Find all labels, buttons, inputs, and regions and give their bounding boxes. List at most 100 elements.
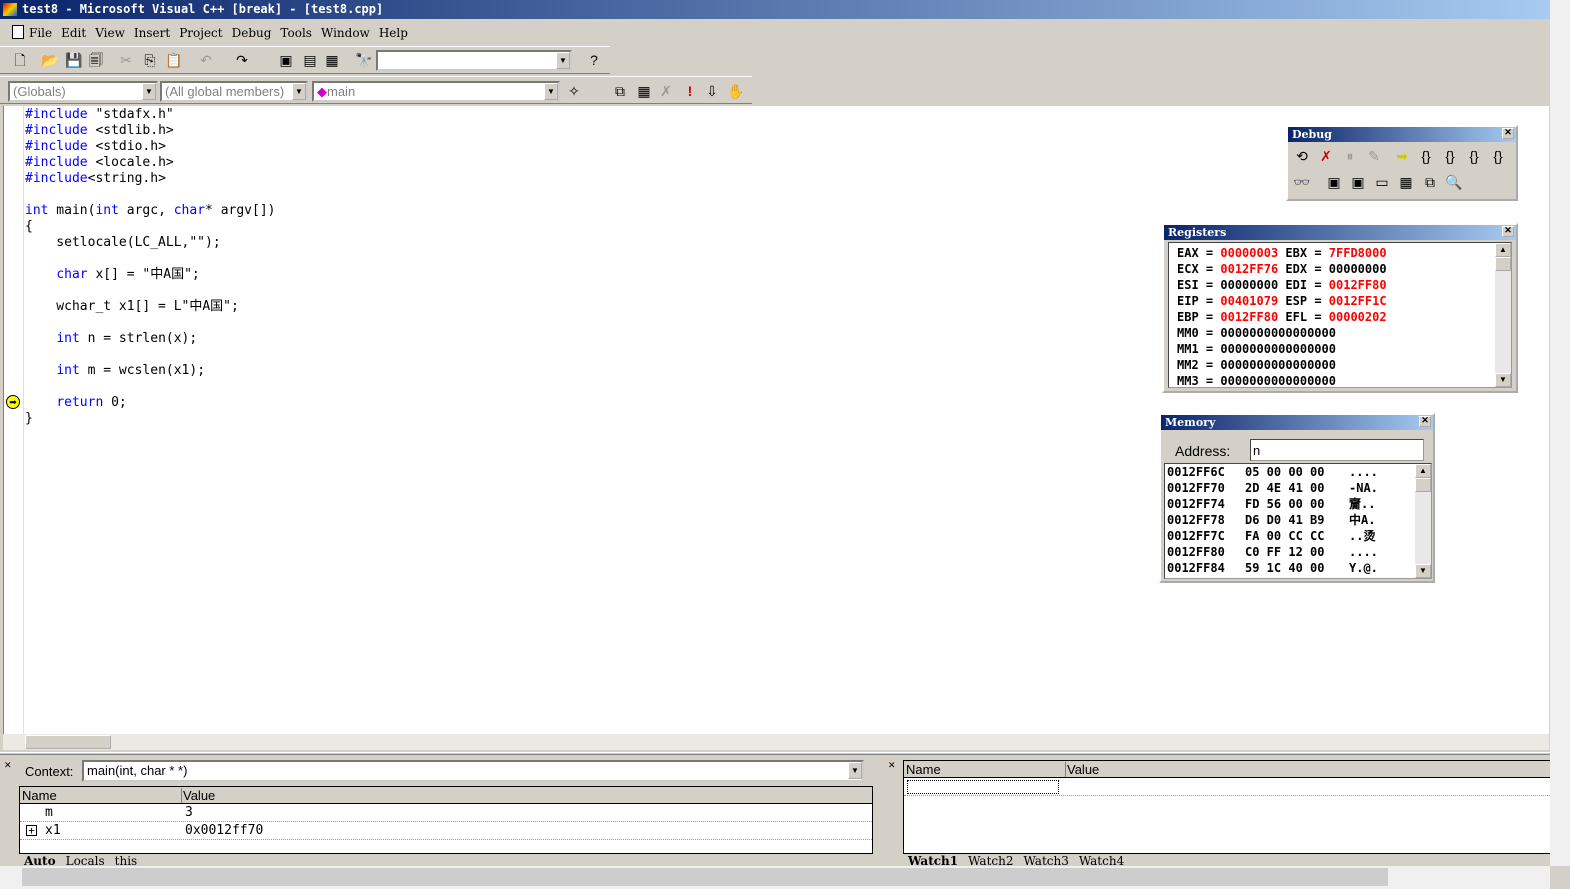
step-over-icon[interactable]: {} <box>1440 146 1460 166</box>
copy-icon[interactable]: ⎘ <box>140 50 160 70</box>
chevron-down-icon[interactable]: ▼ <box>292 83 306 100</box>
register-row: MM0 = 0000000000000000 <box>1177 326 1336 340</box>
code-token: } <box>25 411 33 426</box>
output-icon[interactable]: ▤ <box>300 50 320 70</box>
workspace-icon[interactable]: ▣ <box>276 50 296 70</box>
menu-insert[interactable]: Insert <box>134 26 170 40</box>
memory-scrollbar[interactable]: ▲ ▼ <box>1415 464 1431 578</box>
editor-gutter[interactable] <box>4 106 24 734</box>
code-text[interactable]: #include "stdafx.h" #include <stdlib.h> #i… <box>25 107 276 427</box>
scope-combo[interactable]: (Globals) ▼ <box>8 81 158 102</box>
call-stack-icon[interactable]: ⧉ <box>1420 172 1440 192</box>
scroll-down-icon[interactable]: ▼ <box>1415 564 1431 578</box>
register-name: EIP <box>1177 294 1199 308</box>
column-value[interactable]: Value <box>181 788 215 803</box>
column-name[interactable]: Name <box>906 762 941 777</box>
menu-file[interactable]: File <box>29 26 52 40</box>
menu-project[interactable]: Project <box>179 26 222 40</box>
watch-window-icon[interactable]: ▣ <box>1324 172 1344 192</box>
variable-row[interactable]: m3 <box>20 804 872 822</box>
chevron-down-icon[interactable]: ▼ <box>544 83 558 100</box>
context-combo[interactable]: main(int, char * *) ▼ <box>82 760 864 782</box>
memory-window-icon[interactable]: ▦ <box>1396 172 1416 192</box>
code-token: n = strlen(x); <box>79 331 198 346</box>
menu-help[interactable]: Help <box>379 26 408 40</box>
registers-window-icon[interactable]: ▭ <box>1372 172 1392 192</box>
search-help-icon[interactable]: ? <box>584 50 604 70</box>
stop-build-icon[interactable]: ✗ <box>656 81 676 101</box>
horizontal-scrollbar[interactable] <box>0 866 1550 889</box>
expand-icon[interactable]: + <box>26 825 37 836</box>
scroll-thumb[interactable] <box>22 868 1388 886</box>
chevron-down-icon[interactable]: ▼ <box>142 83 156 100</box>
breakpoint-icon[interactable]: ✋ <box>726 81 746 101</box>
scroll-down-icon[interactable]: ▼ <box>1495 373 1511 387</box>
redo-icon[interactable]: ↷ <box>232 50 252 70</box>
go-icon[interactable]: ⇩ <box>702 81 722 101</box>
step-into-icon[interactable]: {} <box>1416 146 1436 166</box>
find-combo[interactable]: ▼ <box>376 50 572 71</box>
find-in-files-icon[interactable]: 🔭 <box>354 50 374 70</box>
document-icon <box>12 25 24 39</box>
context-label: Context: <box>25 764 74 779</box>
chevron-down-icon[interactable]: ▼ <box>848 762 862 779</box>
disassembly-icon[interactable]: 🔍 <box>1444 172 1464 192</box>
menu-tools[interactable]: Tools <box>280 26 312 40</box>
save-icon[interactable]: 💾 <box>64 50 84 70</box>
step-out-icon[interactable]: {} <box>1464 146 1484 166</box>
show-next-statement-icon[interactable]: ➡ <box>1392 146 1412 166</box>
scroll-up-icon[interactable]: ▲ <box>1495 243 1511 257</box>
registers-scrollbar[interactable]: ▲ ▼ <box>1495 243 1511 387</box>
apply-code-changes-icon[interactable]: ✎ <box>1364 146 1384 166</box>
new-file-icon[interactable]: 🗋 <box>10 50 30 70</box>
menu-edit[interactable]: Edit <box>61 26 86 40</box>
menu-debug[interactable]: Debug <box>232 26 272 40</box>
scroll-thumb[interactable] <box>25 735 111 749</box>
variable-row[interactable]: + x1 0x0012ff70 <box>20 822 872 840</box>
memory-addr: 0012FF7C <box>1167 529 1225 543</box>
code-token: { <box>25 219 33 234</box>
function-combo[interactable]: ◆main ▼ <box>312 81 560 102</box>
scroll-thumb[interactable] <box>1415 478 1431 492</box>
column-name[interactable]: Name <box>22 788 57 803</box>
quickwatch-icon[interactable]: 👓 <box>1292 172 1312 192</box>
execute-icon[interactable]: ! <box>680 81 700 101</box>
stop-debugging-icon[interactable]: ✗ <box>1316 146 1336 166</box>
vertical-scrollbar[interactable] <box>1550 0 1570 866</box>
memory-bytes: FA 00 CC CC <box>1245 529 1325 543</box>
undo-icon[interactable]: ↶ <box>196 50 216 70</box>
wizard-icon[interactable]: ✧ <box>564 81 584 101</box>
keyword: char <box>56 267 88 282</box>
menu-window[interactable]: Window <box>321 26 370 40</box>
restart-icon[interactable]: ⟲ <box>1292 146 1312 166</box>
memory-bytes: 05 00 00 00 <box>1245 465 1325 479</box>
close-icon[interactable]: ✕ <box>1502 226 1514 237</box>
cut-icon[interactable]: ✂ <box>116 50 136 70</box>
window-list-icon[interactable]: ▦ <box>322 50 342 70</box>
close-icon[interactable]: ✕ <box>1419 416 1431 427</box>
close-icon[interactable]: ✕ <box>1502 128 1514 139</box>
watch-name-input[interactable] <box>907 780 1059 794</box>
column-value[interactable]: Value <box>1065 762 1099 777</box>
watch-close-icon[interactable]: ✕ <box>888 760 900 771</box>
variable-value[interactable]: 3 <box>185 805 193 820</box>
scroll-up-icon[interactable]: ▲ <box>1415 464 1431 478</box>
break-icon[interactable]: ⏸ <box>1340 146 1360 166</box>
variables-window-icon[interactable]: ▣ <box>1348 172 1368 192</box>
variable-value[interactable]: 0x0012ff70 <box>185 823 263 838</box>
variables-close-icon[interactable]: ✕ <box>4 760 16 860</box>
build-icon[interactable]: ▦ <box>634 81 654 101</box>
compile-icon[interactable]: ⧉ <box>610 81 630 101</box>
menu-view[interactable]: View <box>95 26 125 40</box>
open-icon[interactable]: 📂 <box>40 50 60 70</box>
address-input[interactable]: n <box>1250 439 1424 461</box>
save-all-icon[interactable]: 🗐 <box>86 50 106 70</box>
run-to-cursor-icon[interactable]: {} <box>1488 146 1508 166</box>
members-combo[interactable]: (All global members) ▼ <box>160 81 308 102</box>
paste-icon[interactable]: 📋 <box>164 50 184 70</box>
chevron-down-icon[interactable]: ▼ <box>556 52 570 69</box>
editor-hscrollbar[interactable] <box>3 734 1549 750</box>
scroll-thumb[interactable] <box>1495 257 1511 271</box>
watch-new-row[interactable] <box>904 778 1550 796</box>
